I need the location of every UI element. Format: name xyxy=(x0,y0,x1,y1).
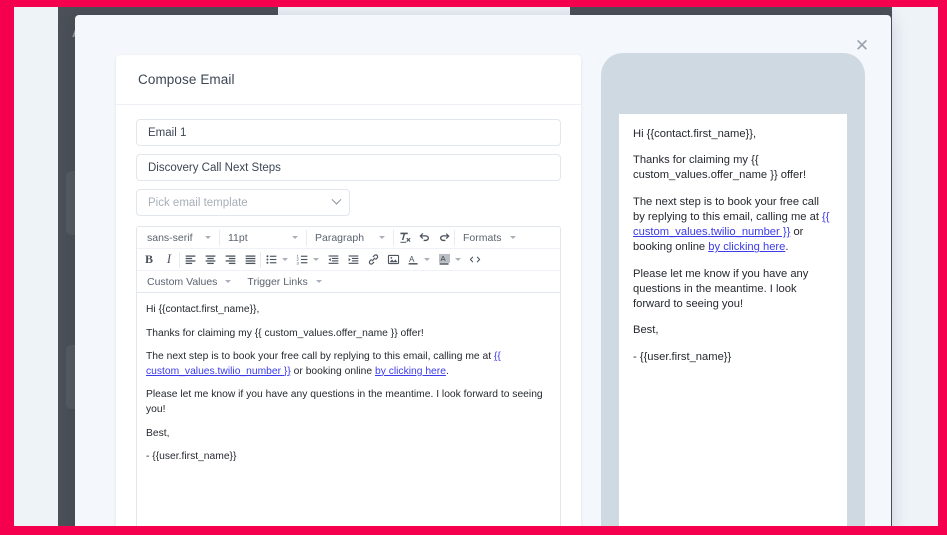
chevron-down-icon[interactable] xyxy=(455,258,461,261)
align-center-button[interactable] xyxy=(200,250,220,270)
preview-next-step-end: . xyxy=(785,241,789,254)
formats-menu[interactable]: Formats xyxy=(455,227,524,248)
outdent-button[interactable] xyxy=(323,250,343,270)
align-right-button[interactable] xyxy=(220,250,240,270)
redo-button[interactable] xyxy=(434,228,454,248)
indent-button[interactable] xyxy=(343,250,363,270)
custom-values-label: Custom Values xyxy=(147,275,218,288)
chevron-down-icon xyxy=(292,236,298,239)
preview-signature: - {{user.first_name}} xyxy=(633,350,732,363)
preview-next-step-pre: The next step is to book your free call … xyxy=(633,195,823,223)
booking-link[interactable]: by clicking here xyxy=(375,366,446,377)
block-format-select[interactable]: Paragraph xyxy=(307,227,393,248)
rich-text-editor: sans-serif 11pt Paragraph Formats B I 1 … xyxy=(136,226,561,526)
chevron-down-icon[interactable] xyxy=(424,258,430,261)
align-left-button[interactable] xyxy=(180,250,200,270)
page-title: Compose Email xyxy=(138,72,235,87)
email-subject-input[interactable]: Discovery Call Next Steps xyxy=(136,154,561,181)
body-greeting: Hi {{contact.first_name}}, xyxy=(146,304,260,315)
formats-label: Formats xyxy=(463,231,502,244)
insert-link-button[interactable] xyxy=(363,250,383,270)
preview-next-step: The next step is to book your free call … xyxy=(633,195,833,256)
custom-values-menu[interactable]: Custom Values xyxy=(139,271,239,292)
editor-toolbar-row-1: sans-serif 11pt Paragraph Formats xyxy=(137,227,560,249)
font-size-label: 11pt xyxy=(228,231,248,244)
editor-toolbar-row-2: B I 1 2 3 A A xyxy=(137,249,560,271)
insert-image-button[interactable] xyxy=(383,250,403,270)
preview-screen: Hi {{contact.first_name}}, Thanks for cl… xyxy=(619,114,847,526)
chevron-down-icon xyxy=(509,236,516,239)
svg-text:A: A xyxy=(408,255,414,264)
numbered-list-button[interactable]: 123 xyxy=(292,250,312,270)
italic-button[interactable]: I xyxy=(159,250,179,270)
email-preview: Hi {{contact.first_name}}, Thanks for cl… xyxy=(601,53,891,526)
block-format-label: Paragraph xyxy=(315,231,365,244)
email-name-input[interactable]: Email 1 xyxy=(136,119,561,146)
svg-text:3: 3 xyxy=(296,260,299,265)
chevron-down-icon xyxy=(205,236,211,239)
compose-header: Compose Email xyxy=(116,55,581,105)
align-justify-button[interactable] xyxy=(240,250,260,270)
font-size-select[interactable]: 11pt xyxy=(220,227,306,248)
chevron-down-icon xyxy=(379,236,385,239)
bullet-list-button[interactable] xyxy=(261,250,281,270)
undo-button[interactable] xyxy=(414,228,434,248)
preview-booking-link[interactable]: by clicking here xyxy=(708,241,785,253)
email-template-select[interactable]: Pick email template xyxy=(136,189,350,216)
phone-mockup: Hi {{contact.first_name}}, Thanks for cl… xyxy=(601,53,865,526)
body-next-step-end: . xyxy=(445,365,449,377)
email-template-placeholder: Pick email template xyxy=(148,196,248,209)
chevron-down-icon xyxy=(315,280,322,283)
email-body-editor[interactable]: Hi {{contact.first_name}}, Thanks for cl… xyxy=(137,293,560,526)
font-family-label: sans-serif xyxy=(147,231,193,244)
body-thanks: Thanks for claiming my {{ custom_values.… xyxy=(146,327,424,339)
preview-thanks: Thanks for claiming my {{ custom_values.… xyxy=(633,154,807,182)
frame-inner: Autom M M Send 2 3 xyxy=(14,7,938,526)
compose-body: Email 1 Discovery Call Next Steps Pick e… xyxy=(116,105,581,526)
body-questions: Please let me know if you have any quest… xyxy=(146,389,543,416)
preview-greeting: Hi {{contact.first_name}}, xyxy=(633,128,757,140)
svg-text:A: A xyxy=(440,254,446,263)
text-color-button[interactable]: A xyxy=(403,250,423,270)
compose-card: Compose Email Email 1 Discovery Call Nex… xyxy=(116,55,581,526)
body-next-step-pre: The next step is to book your free call … xyxy=(146,351,494,363)
chevron-down-icon xyxy=(225,280,232,283)
body-next-step: The next step is to book your free call … xyxy=(146,350,551,379)
clear-formatting-button[interactable] xyxy=(394,228,414,248)
trigger-links-label: Trigger Links xyxy=(247,275,308,288)
preview-best: Best, xyxy=(633,324,659,337)
body-best: Best, xyxy=(146,427,170,439)
body-next-step-mid: or booking online xyxy=(290,365,375,377)
editor-toolbar-row-3: Custom Values Trigger Links xyxy=(137,271,560,293)
chevron-down-icon[interactable] xyxy=(282,258,288,261)
chevron-down-icon[interactable] xyxy=(313,258,319,261)
bold-button[interactable]: B xyxy=(139,250,159,270)
recording-frame: Autom M M Send 2 3 xyxy=(0,0,947,535)
font-family-select[interactable]: sans-serif xyxy=(139,227,219,248)
chevron-down-icon xyxy=(331,194,342,205)
background-color-button[interactable]: A xyxy=(434,250,454,270)
preview-questions: Please let me know if you have any quest… xyxy=(633,267,809,311)
trigger-links-menu[interactable]: Trigger Links xyxy=(239,271,329,292)
source-code-button[interactable] xyxy=(465,250,485,270)
body-signature: - {{user.first_name}} xyxy=(146,451,237,463)
compose-email-modal: ✕ Compose Email Email 1 Discovery Call N… xyxy=(75,15,891,526)
